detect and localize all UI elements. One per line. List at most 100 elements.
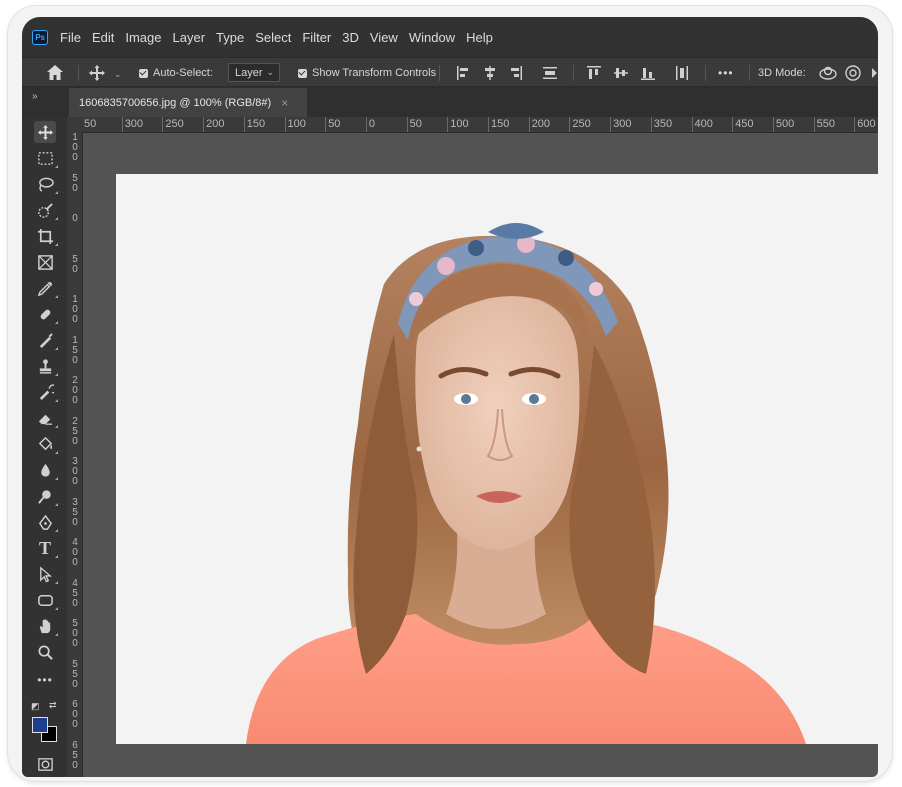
align-horizontal-centers-icon[interactable]	[483, 65, 497, 85]
ruler-tick	[365, 117, 367, 132]
align-right-edges-icon[interactable]	[509, 65, 523, 85]
ruler-tick-label: 1 5 0	[72, 334, 78, 366]
ruler-tick	[772, 117, 774, 132]
ruler-tick-label: 200	[531, 118, 551, 130]
ruler-tick-label: 6 0 0	[72, 699, 78, 730]
menu-filter[interactable]: Filter	[302, 30, 331, 45]
ruler-corner	[67, 117, 83, 133]
align-top-edges-icon[interactable]	[586, 65, 602, 85]
swap-colors-icon[interactable]: ⇄	[49, 700, 57, 711]
distribute-vertical-icon[interactable]	[542, 65, 558, 85]
rectangle-tool-icon[interactable]	[34, 589, 58, 611]
pen-tool-icon[interactable]	[34, 511, 58, 533]
brush-tool-icon[interactable]	[34, 329, 58, 351]
menu-bar: Ps File Edit Image Layer Type Select Fil…	[22, 17, 878, 57]
ruler-tick	[650, 117, 652, 132]
ruler-tick-label: 600	[857, 118, 876, 130]
ruler-tick-label: 400	[694, 118, 713, 130]
show-transform-controls-checkbox[interactable]: Show Transform Controls	[298, 58, 436, 88]
healing-brush-tool-icon[interactable]	[34, 303, 58, 325]
distribute-horizontal-icon[interactable]	[674, 65, 690, 85]
tools-panel: T ••• ◩ ⇄	[22, 117, 67, 777]
3d-roll-icon[interactable]	[844, 64, 862, 86]
ruler-tick-label: 2 0 0	[72, 375, 78, 406]
ruler-tick-label: 150	[246, 118, 266, 130]
ruler-tick	[488, 117, 489, 132]
menu-edit[interactable]: Edit	[92, 30, 114, 45]
ruler-tick-label: 100	[287, 118, 306, 130]
vertical-ruler[interactable]: 1 0 0 5 0 0 5 0 1 0 0 1 5 0 2 0 0 2 5 0 3 0 0 3 5…	[67, 133, 83, 777]
marquee-tool-icon[interactable]	[34, 147, 58, 169]
menu-image[interactable]: Image	[125, 30, 161, 45]
eraser-tool-icon[interactable]	[34, 407, 58, 429]
more-options-button[interactable]: •••	[718, 58, 734, 88]
ruler-tick	[813, 117, 815, 132]
menu-select[interactable]: Select	[255, 30, 291, 45]
auto-select-value: Layer	[235, 66, 263, 79]
ruler-tick-label: 150	[491, 118, 510, 130]
history-brush-tool-icon[interactable]	[34, 381, 58, 403]
3d-mode-label: 3D Mode:	[758, 67, 806, 79]
crop-tool-icon[interactable]	[34, 225, 58, 247]
quick-selection-tool-icon[interactable]	[34, 199, 58, 221]
close-icon[interactable]: ×	[281, 96, 288, 110]
ruler-tick-label: 300	[613, 118, 632, 130]
menu-3d[interactable]: 3D	[342, 30, 359, 45]
ruler-tick-label: 5 0	[72, 172, 78, 194]
ruler-tick	[121, 117, 123, 132]
paint-bucket-tool-icon[interactable]	[34, 433, 58, 455]
document-canvas[interactable]	[116, 174, 878, 744]
ruler-tick	[203, 117, 205, 132]
ruler-tick-label: 250	[572, 118, 591, 130]
show-transform-label: Show Transform Controls	[312, 67, 437, 79]
ruler-tick-label: 300	[124, 118, 144, 130]
horizontal-ruler[interactable]: 50 300 250 200 150 100 50 0 50 100 150 200 250 300 350…	[83, 117, 878, 133]
3d-orbit-icon[interactable]	[818, 64, 838, 86]
ruler-tick	[243, 117, 245, 132]
quick-mask-icon[interactable]	[34, 753, 56, 775]
auto-select-label: Auto-Select:	[153, 67, 213, 79]
edit-toolbar-icon[interactable]: •••	[34, 669, 56, 691]
type-tool-icon[interactable]: T	[34, 537, 58, 559]
lasso-tool-icon[interactable]	[34, 173, 58, 195]
home-icon[interactable]	[46, 64, 64, 85]
ruler-tick-label: 500	[775, 118, 795, 130]
blur-tool-icon[interactable]	[34, 459, 58, 481]
move-tool-options-icon[interactable]	[88, 64, 106, 86]
dodge-tool-icon[interactable]	[34, 485, 58, 507]
ruler-tick	[691, 117, 693, 132]
menu-type[interactable]: Type	[216, 30, 244, 45]
menu-help[interactable]: Help	[466, 30, 493, 45]
ruler-tick-label: 550	[816, 118, 835, 130]
ruler-tick-label: 100	[450, 118, 469, 130]
ruler-tick	[528, 117, 530, 132]
ruler-tick-label: 1 0 0	[72, 294, 78, 325]
chevron-down-icon[interactable]: ⌄	[114, 66, 122, 82]
foreground-color-swatch[interactable]	[32, 717, 48, 733]
menu-window[interactable]: Window	[409, 30, 455, 45]
menu-layer[interactable]: Layer	[173, 30, 206, 45]
align-bottom-edges-icon[interactable]	[640, 65, 656, 85]
ruler-tick	[447, 117, 449, 132]
move-tool-icon[interactable]	[34, 121, 56, 143]
document-tab[interactable]: 1606835700656.jpg @ 100% (RGB/8#) ×	[69, 88, 307, 117]
ruler-tick	[854, 117, 856, 132]
auto-select-checkbox[interactable]: Auto-Select:	[139, 58, 213, 88]
align-left-edges-icon[interactable]	[456, 65, 470, 85]
options-bar: ⌄ Auto-Select: Layer ⌄ Show Transform Co…	[22, 57, 878, 87]
zoom-tool-icon[interactable]	[34, 641, 56, 663]
clone-stamp-tool-icon[interactable]	[34, 355, 58, 377]
ruler-tick-label: 450	[735, 118, 754, 130]
3d-drag-icon[interactable]	[869, 64, 878, 86]
eyedropper-tool-icon[interactable]	[34, 277, 58, 299]
auto-select-dropdown[interactable]: Layer ⌄	[228, 63, 280, 82]
menu-view[interactable]: View	[370, 30, 398, 45]
default-colors-icon[interactable]: ◩	[31, 701, 40, 712]
menu-file[interactable]: File	[60, 30, 81, 45]
expand-panels-icon[interactable]: »	[32, 91, 37, 102]
align-vertical-centers-icon[interactable]	[613, 65, 629, 85]
photoshop-logo-icon[interactable]: Ps	[32, 29, 48, 45]
hand-tool-icon[interactable]	[34, 615, 58, 637]
frame-tool-icon[interactable]	[34, 251, 56, 273]
path-selection-tool-icon[interactable]	[34, 563, 58, 585]
